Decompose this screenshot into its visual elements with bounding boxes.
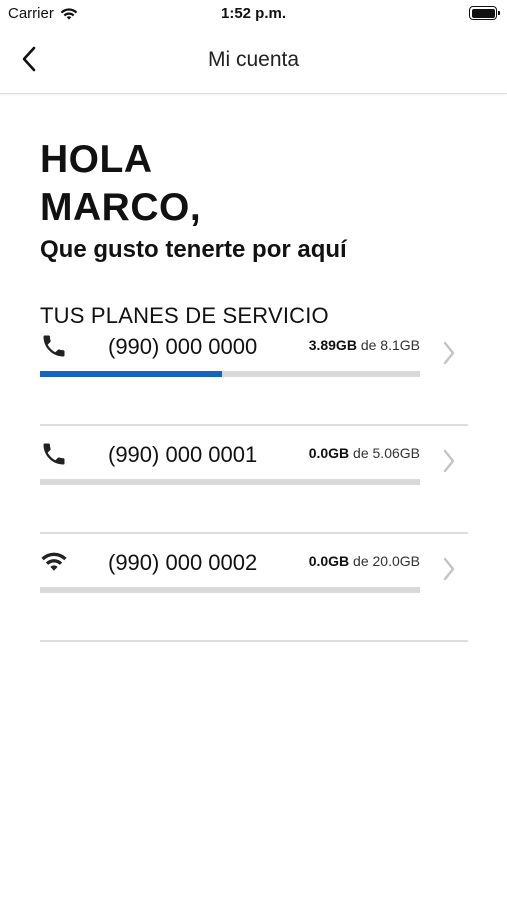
usage-progress-bar — [40, 371, 420, 377]
usage-progress-fill — [40, 371, 223, 377]
wifi-icon — [40, 548, 70, 576]
greeting-hello: HOLA — [40, 138, 153, 181]
phone-icon — [40, 440, 70, 468]
plan-total-data: 5.06GB — [372, 445, 420, 461]
greeting-name: MARCO, — [40, 186, 202, 229]
plan-total-data: 20.0GB — [372, 553, 420, 569]
battery-icon — [469, 6, 500, 20]
plan-usage-separator: de — [353, 445, 369, 461]
plan-usage: 0.0GB de 20.0GB — [309, 553, 420, 569]
status-bar: Carrier 1:52 p.m. — [0, 0, 507, 28]
chevron-right-icon — [442, 340, 456, 366]
plan-total-data: 8.1GB — [380, 337, 420, 353]
status-time: 1:52 p.m. — [220, 5, 287, 22]
service-plan-item[interactable]: (990) 000 0002 0.0GB de 20.0GB — [40, 534, 468, 642]
service-plan-item[interactable]: (990) 000 0000 3.89GB de 8.1GB — [40, 318, 468, 426]
phone-icon — [40, 332, 70, 360]
plan-usage-separator: de — [353, 553, 369, 569]
navigation-bar: Mi cuenta — [0, 28, 507, 94]
plan-phone-number: (990) 000 0001 — [108, 442, 258, 467]
plan-usage-separator: de — [360, 337, 377, 353]
usage-progress-bar — [40, 479, 420, 485]
plan-used-data: 0.0GB — [308, 553, 350, 569]
greeting-subtitle: Que gusto tenerte por aquí — [40, 236, 347, 263]
chevron-right-icon — [442, 556, 456, 582]
page-title: Mi cuenta — [207, 48, 300, 71]
plan-phone-number: (990) 000 0000 — [108, 334, 258, 359]
plan-used-data: 0.0GB — [308, 445, 350, 461]
plan-usage: 3.89GB de 8.1GB — [309, 337, 420, 353]
usage-progress-bar — [40, 587, 420, 593]
greeting: HOLA MARCO, Que gusto tenerte por aquí — [40, 136, 480, 264]
plan-phone-number: (990) 000 0002 — [108, 550, 258, 575]
plan-usage: 0.0GB de 5.06GB — [309, 445, 420, 461]
plan-used-data: 3.89GB — [308, 337, 357, 353]
chevron-right-icon — [442, 448, 456, 474]
service-plan-item[interactable]: (990) 000 0001 0.0GB de 5.06GB — [40, 426, 468, 534]
